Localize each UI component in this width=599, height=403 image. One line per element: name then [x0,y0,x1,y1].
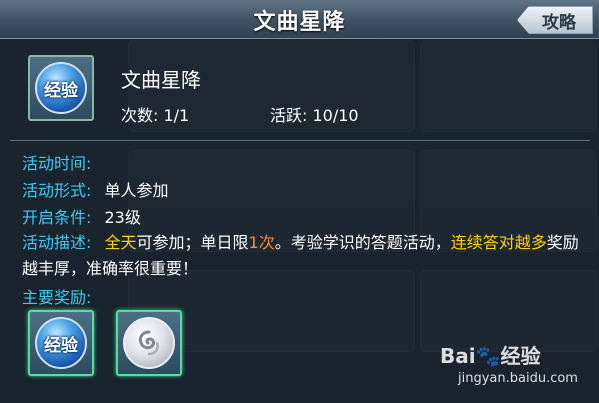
activity-points: 活跃: 10/10 [270,106,359,125]
desc-text-2: 。考验学识的答题活动， [274,233,451,252]
watermark-url: jingyan.baidu.com [458,371,578,386]
desc-label: 活动描述: [22,233,92,252]
rewards-row: 主要奖励: [22,284,91,308]
exp-orb-icon: 经验 [35,62,87,114]
desc-text-1: 可参加；单日限 [136,233,249,252]
form-row: 活动形式: 单人参加 [22,177,169,201]
reward-item-exp[interactable]: 经验 [28,310,94,376]
form-value: 单人参加 [104,181,169,200]
divider [10,140,590,141]
watermark-brand: Bai🐾经验 [440,344,541,368]
desc-highlight-streak: 连续答对越多 [450,233,547,252]
activity-name: 文曲星降 [121,68,201,92]
condition-value: 23级 [104,208,141,227]
description: 活动描述: 全天可参加；单日限1次。考验学识的答题活动，连续答对越多奖励越丰厚，… [22,230,582,282]
condition-label: 开启条件: [22,208,92,227]
time-label: 活动时间: [22,154,92,173]
time-row: 活动时间: [22,150,91,174]
activity-icon: 经验 [28,55,94,121]
times-count: 次数: 1/1 [121,106,190,125]
activity-dialog: 文曲星降 攻略 经验 文曲星降 次数: 1/1 活跃: 10/10 活动时间: … [0,0,599,403]
desc-highlight-allday: 全天 [104,233,137,252]
desc-highlight-once: 1次 [248,233,275,252]
exp-orb-icon: 经验 [35,317,87,369]
title-bar: 文曲星降 攻略 [0,0,599,39]
condition-row: 开启条件: 23级 [22,204,141,228]
silver-swirl-icon [123,317,175,369]
rewards-label: 主要奖励: [22,288,92,307]
guide-button[interactable]: 攻略 [517,6,593,34]
dialog-title: 文曲星降 [253,10,346,35]
reward-item-silver[interactable] [116,310,182,376]
form-label: 活动形式: [22,181,92,200]
